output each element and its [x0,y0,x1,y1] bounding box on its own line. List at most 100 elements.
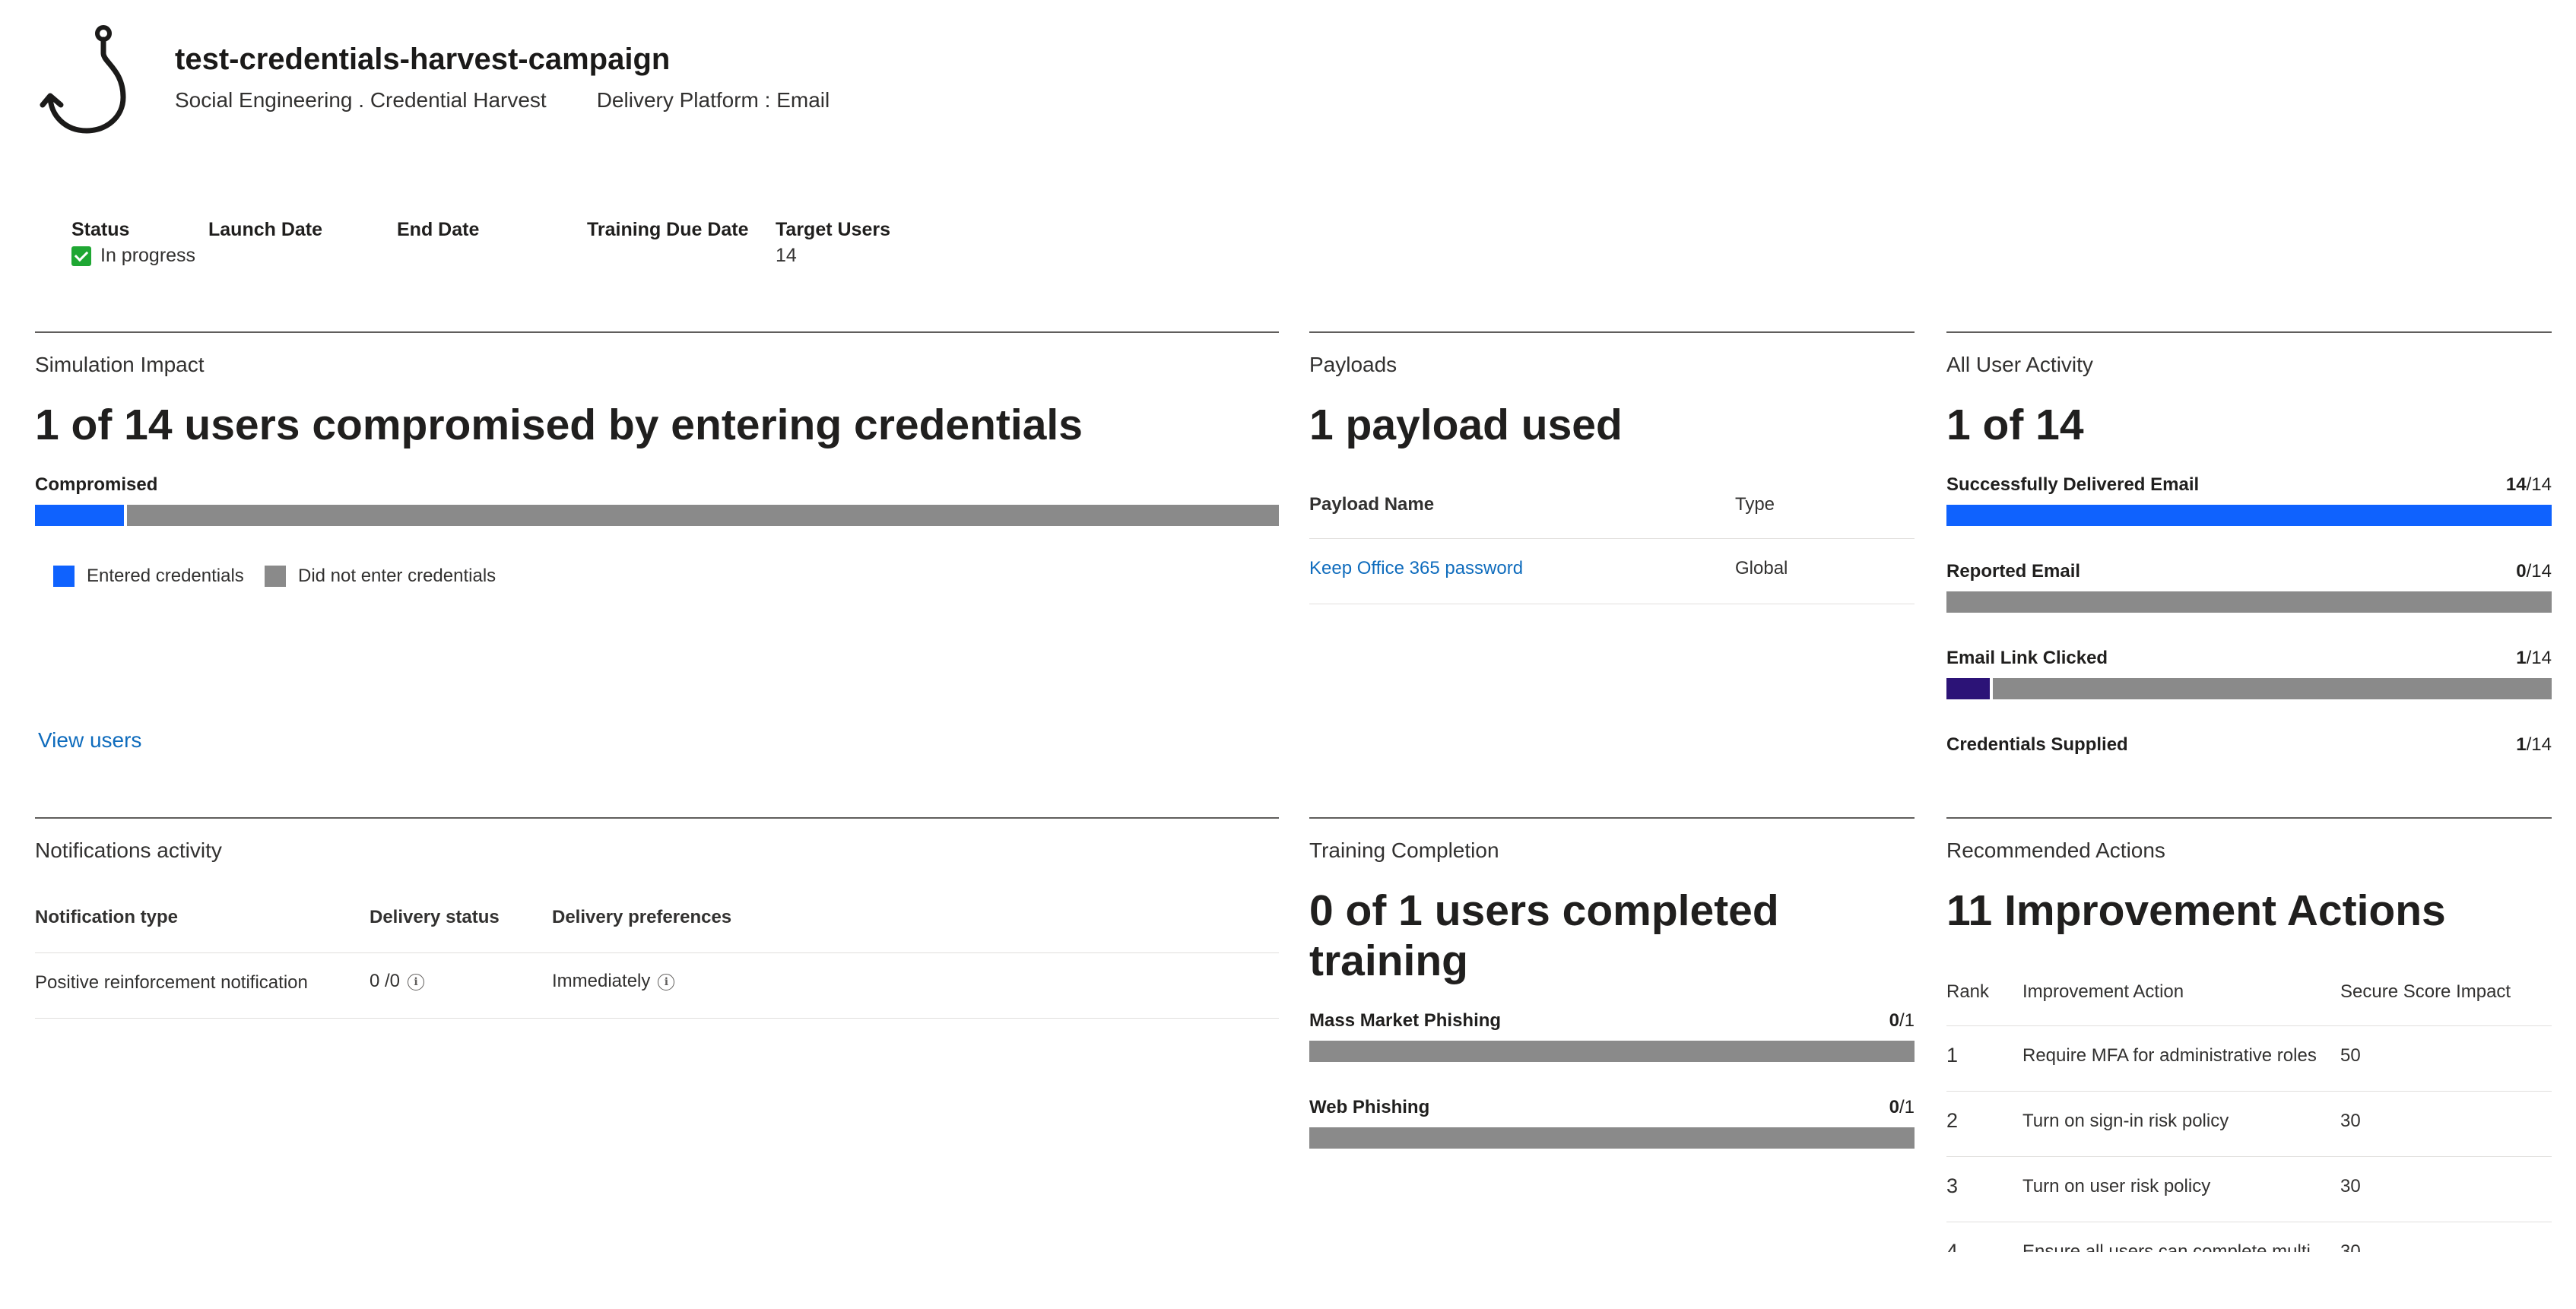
end-date-field: End Date [397,219,479,245]
training-count: 0/1 [1889,1010,1915,1032]
col-delivery-preferences: Delivery preferences [552,907,732,927]
activity-count-total: /14 [2526,474,2552,495]
training-bar [1309,1127,1915,1149]
activity-count-value: 14 [2505,474,2527,495]
col-secure-score-impact: Secure Score Impact [2340,981,2511,1002]
activity-bar [1946,505,2552,526]
legend-swatch-entered [53,566,75,587]
divider [35,1018,1279,1019]
training-due-field: Training Due Date [587,219,749,245]
col-rank: Rank [1946,981,1990,1002]
delivery-status-cell: 0 /0 i [370,971,425,992]
payload-name-link[interactable]: Keep Office 365 password [1309,558,1523,579]
training-label: Mass Market Phishing [1309,1010,1502,1031]
user-activity-card: All User Activity 1 of 14 Successfully D… [1946,331,2552,804]
training-due-label: Training Due Date [587,219,749,240]
divider [35,952,1279,953]
view-users-link[interactable]: View users [38,728,141,753]
activity-label: Email Link Clicked [1946,648,2108,668]
status-label: Status [71,219,130,240]
rank-cell: 2 [1946,1109,1959,1132]
activity-label: Reported Email [1946,561,2081,582]
info-icon[interactable]: i [658,973,675,990]
payload-type: Global [1735,558,1788,578]
not-entered-segment [126,505,1279,526]
card-title: All User Activity [1946,353,2093,376]
status-value: In progress [100,245,196,266]
activity-bar-rest [1992,678,2552,699]
technique-label: Social Engineering . Credential Harvest [175,88,547,112]
activity-row: Successfully Delivered Email 14/14 [1946,474,2552,496]
card-title: Simulation Impact [35,353,205,376]
improvement-action-cell[interactable]: Turn on user risk policy [2022,1176,2210,1197]
divider [1946,1156,2552,1157]
info-icon[interactable]: i [408,973,425,990]
target-users-field: Target Users 14 [776,219,890,267]
training-count-total: /1 [1899,1010,1915,1031]
target-users-label: Target Users [776,219,890,240]
activity-count-total: /14 [2526,561,2552,582]
training-headline-line1: 0 of 1 users completed [1309,886,1779,935]
compromised-headline: 1 of 14 users compromised by entering cr… [35,401,1083,449]
activity-count-value: 1 [2516,648,2527,668]
col-improvement-action: Improvement Action [2022,981,2184,1002]
phishing-hook-icon [40,23,131,137]
compromised-bar [35,505,1279,526]
page-title: test-credentials-harvest-campaign [175,43,671,76]
activity-count: 14/14 [2506,474,2552,496]
legend-not-entered-label: Did not enter credentials [298,566,496,586]
activity-bar-fill [1946,678,1990,699]
activity-count: 0/14 [2516,561,2552,582]
platform-label: Delivery Platform : Email [596,88,830,112]
rank-cell: 3 [1946,1174,1959,1197]
payloads-headline: 1 payload used [1309,401,1623,449]
improvement-action-cell[interactable]: Ensure all users can complete multi [2022,1241,2311,1252]
col-delivery-status: Delivery status [370,907,500,927]
training-completion-card: Training Completion 0 of 1 users complet… [1309,817,1915,1244]
notification-type-cell: Positive reinforcement notification [35,972,308,993]
legend-swatch-not-entered [265,566,286,587]
activity-bar [1946,678,2552,699]
end-date-label: End Date [397,219,480,240]
payloads-card: Payloads 1 payload used Payload Name Typ… [1309,331,1915,804]
training-row: Web Phishing 0/1 [1309,1097,1915,1118]
activity-row: Reported Email 0/14 [1946,561,2552,582]
improvement-action-cell[interactable]: Turn on sign-in risk policy [2022,1111,2229,1132]
page-subtitle: Social Engineering . Credential Harvest D… [175,88,880,113]
activity-count: 1/14 [2516,734,2552,756]
training-count-total: /1 [1899,1097,1915,1117]
activity-count-value: 1 [2516,734,2527,755]
delivery-status-value: 0 /0 [370,971,401,991]
compromised-label: Compromised [35,474,158,495]
activity-label: Credentials Supplied [1946,734,2128,755]
training-count: 0/1 [1889,1097,1915,1118]
activity-row: Email Link Clicked 1/14 [1946,648,2552,669]
secure-score-cell: 30 [2340,1111,2361,1131]
activity-count: 1/14 [2516,648,2552,669]
col-notification-type: Notification type [35,907,179,927]
rank-cell: 1 [1946,1044,1959,1067]
improvement-action-cell[interactable]: Require MFA for administrative roles [2022,1045,2317,1067]
training-headline-line2: training [1309,937,1468,985]
card-title: Recommended Actions [1946,838,2165,862]
activity-count-total: /14 [2526,648,2552,668]
divider [1309,538,1915,539]
rank-cell: 4 [1946,1240,1959,1252]
activity-count-value: 0 [2516,561,2527,582]
delivery-preferences-cell: Immediately i [552,971,675,992]
secure-score-cell: 30 [2340,1176,2361,1196]
card-title: Training Completion [1309,838,1499,862]
card-title: Payloads [1309,353,1397,376]
divider [1946,1025,2552,1026]
check-icon [71,246,91,266]
training-count-value: 0 [1889,1097,1899,1117]
target-users-value: 14 [776,245,797,266]
activity-bar-rest [1946,591,2552,613]
training-bar [1309,1041,1915,1062]
activity-label: Successfully Delivered Email [1946,474,2200,495]
card-title: Notifications activity [35,838,222,862]
legend-not-entered: Did not enter credentials [265,566,496,587]
recommended-headline: 11 Improvement Actions [1946,886,2446,935]
user-activity-headline: 1 of 14 [1946,401,2084,449]
col-payload-type: Type [1735,494,1775,515]
